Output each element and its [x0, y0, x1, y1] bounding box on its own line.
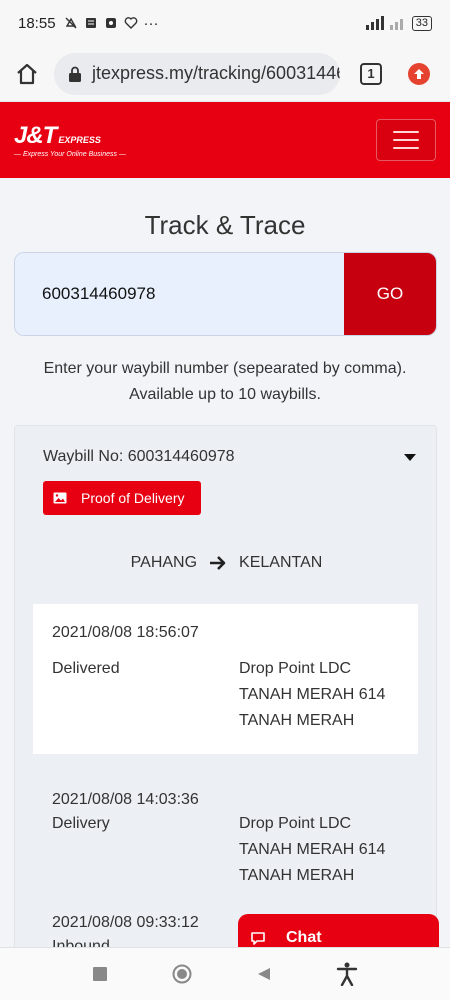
more-icon: ··· — [143, 14, 159, 32]
mute-icon — [65, 17, 77, 29]
event-location-line: TANAH MERAH 614 — [239, 686, 386, 703]
origin: PAHANG — [130, 554, 198, 571]
page-title: Track & Trace — [144, 210, 306, 240]
accessibility-icon[interactable] — [336, 962, 358, 986]
hamburger-menu-button[interactable] — [376, 119, 436, 161]
event-location-line: Drop Point LDC — [239, 660, 352, 677]
chat-label: Chat — [286, 929, 322, 946]
image-icon — [53, 492, 67, 504]
proof-of-delivery-button[interactable]: Proof of Delivery — [43, 481, 201, 515]
site-header: J&T EXPRESS — Express Your Online Busines… — [0, 102, 450, 178]
browser-toolbar: jtexpress.my/tracking/600314460978 1 — [0, 46, 450, 102]
tracking-event: 2021/08/08 18:56:07 Delivered Drop Point… — [33, 604, 418, 754]
event-location-line: TANAH MERAH — [239, 867, 355, 884]
notes-icon — [85, 18, 96, 28]
battery-icon: 33 — [411, 15, 432, 31]
event-location-line: Drop Point LDC — [239, 815, 352, 832]
event-time: 2021/08/08 18:56:07 — [52, 624, 199, 641]
event-location-line: TANAH MERAH 614 — [239, 841, 386, 858]
update-icon[interactable] — [408, 62, 430, 85]
waybill-number: Waybill No: 600314460978 — [43, 448, 235, 465]
tracking-event: 2021/08/08 14:03:36 Delivery Drop Point … — [33, 771, 418, 901]
status-bar: 18:55 ··· 33 — [0, 0, 450, 46]
tracking-search: GO — [14, 252, 437, 336]
caret-down-icon[interactable] — [404, 453, 416, 461]
waybill-input[interactable] — [15, 253, 344, 335]
event-time: 2021/08/08 14:03:36 — [52, 791, 199, 808]
tracking-result-card: Waybill No: 600314460978 Proof of Delive… — [14, 425, 437, 955]
logo-text: J&T — [14, 122, 57, 149]
lock-icon — [69, 66, 81, 82]
destination: KELANTAN — [239, 554, 323, 571]
system-nav-bar — [0, 947, 450, 1000]
event-status: Delivered — [52, 660, 120, 677]
address-bar[interactable]: jtexpress.my/tracking/600314460978 — [54, 52, 340, 95]
event-location-line: TANAH MERAH — [239, 712, 355, 729]
health-icon — [124, 17, 137, 29]
signal-icon — [365, 16, 403, 30]
tab-switcher-button[interactable]: 1 — [360, 62, 382, 85]
route: PAHANG KELANTAN — [15, 554, 436, 572]
home-button[interactable] — [172, 964, 192, 984]
status-time: 18:55 — [18, 14, 56, 32]
back-button[interactable] — [257, 967, 271, 981]
go-button[interactable]: GO — [344, 253, 436, 335]
hint-line-2: Available up to 10 waybills. — [129, 386, 321, 403]
url-text: jtexpress.my/tracking/600314460978 — [92, 63, 340, 83]
arrow-right-icon — [210, 556, 226, 570]
recents-button[interactable] — [92, 967, 107, 981]
event-status: Delivery — [52, 815, 110, 832]
jt-logo[interactable]: J&T EXPRESS — Express Your Online Busines… — [14, 122, 126, 158]
app-icon — [105, 18, 116, 28]
home-icon[interactable] — [14, 61, 40, 87]
waybill-header[interactable]: Waybill No: 600314460978 — [43, 448, 416, 466]
pod-label: Proof of Delivery — [81, 490, 185, 506]
logo-tagline: Express Your Online Business — [22, 151, 117, 158]
chat-bubble-icon — [251, 932, 265, 945]
logo-suffix: EXPRESS — [58, 135, 101, 145]
hint-line-1: Enter your waybill number (sepearated by… — [43, 360, 407, 377]
waybill-hint: Enter your waybill number (sepearated by… — [0, 356, 450, 408]
